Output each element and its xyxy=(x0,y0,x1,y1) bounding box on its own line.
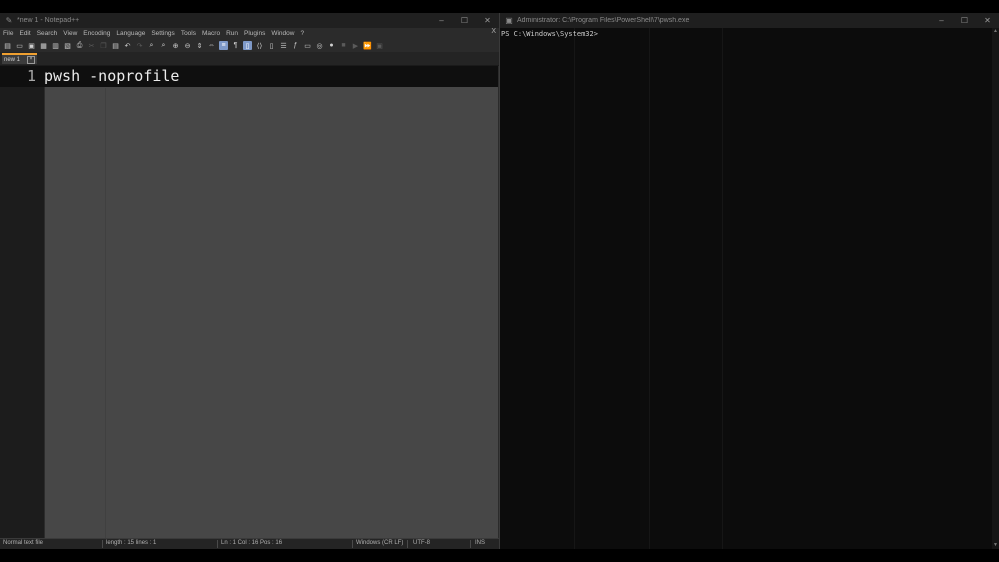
menu-settings[interactable]: Settings xyxy=(148,30,178,37)
redo-icon[interactable]: ↷ xyxy=(135,41,144,50)
code-line[interactable]: pwsh -noprofile xyxy=(44,66,179,87)
console-prompt: PS C:\Windows\System32> xyxy=(501,30,598,38)
save-macro-icon[interactable]: ▣ xyxy=(375,41,384,50)
tab-close-icon[interactable]: × xyxy=(27,55,35,64)
find-icon[interactable]: ⌕ xyxy=(147,41,156,50)
zoom-in-icon[interactable]: ⊕ xyxy=(171,41,180,50)
current-line-highlight: 1 pwsh -noprofile xyxy=(0,66,498,87)
sync-vertical-icon[interactable]: ⇕ xyxy=(195,41,204,50)
replace-icon[interactable]: ⌕ xyxy=(159,41,168,50)
status-position: Ln : 1 Col : 16 Pos : 16 xyxy=(221,540,283,546)
terminal-titlebar[interactable]: ▣ Administrator: C:\Program Files\PowerS… xyxy=(500,13,999,28)
indent-guide xyxy=(105,88,106,539)
scroll-up-icon[interactable]: ▲ xyxy=(992,28,999,35)
console-column-shade xyxy=(722,28,723,549)
status-insert-mode: INS xyxy=(475,540,486,546)
tab-bar: new 1 × xyxy=(0,52,499,66)
print-icon[interactable]: ⎙ xyxy=(75,41,84,50)
close-file-icon[interactable]: ▥ xyxy=(51,41,60,50)
terminal-scrollbar[interactable]: ▲ ▼ xyxy=(992,28,999,549)
status-separator xyxy=(352,540,353,548)
console-column-shade xyxy=(649,28,650,549)
tab-label: new 1 xyxy=(4,56,21,63)
menu-tools[interactable]: Tools xyxy=(178,30,199,37)
menu-encoding[interactable]: Encoding xyxy=(80,30,113,37)
terminal-window: ▣ Administrator: C:\Program Files\PowerS… xyxy=(500,13,999,549)
status-eol: Windows (CR LF) xyxy=(356,540,404,546)
menu-run[interactable]: Run xyxy=(223,30,241,37)
menu-file[interactable]: File xyxy=(0,30,16,37)
menu-help[interactable]: ? xyxy=(297,30,307,37)
copy-icon[interactable]: ❐ xyxy=(99,41,108,50)
status-length-lines: length : 15 lines : 1 xyxy=(106,540,157,546)
menu-window[interactable]: Window xyxy=(268,30,297,37)
folder-as-workspace-icon[interactable]: ▭ xyxy=(303,41,312,50)
undo-icon[interactable]: ↶ xyxy=(123,41,132,50)
menu-language[interactable]: Language xyxy=(113,30,148,37)
language-icon[interactable]: ⟨⟩ xyxy=(255,41,264,50)
new-file-icon[interactable]: ▤ xyxy=(3,41,12,50)
zoom-out-icon[interactable]: ⊖ xyxy=(183,41,192,50)
line-number: 1 xyxy=(26,67,36,85)
status-separator xyxy=(217,540,218,548)
menu-edit[interactable]: Edit xyxy=(16,30,33,37)
run-macro-multiple-icon[interactable]: ⏩ xyxy=(363,41,372,50)
close-all-icon[interactable]: ▧ xyxy=(63,41,72,50)
line-number-gutter xyxy=(0,66,44,539)
tab-new-1[interactable]: new 1 × xyxy=(2,53,37,64)
open-file-icon[interactable]: ▭ xyxy=(15,41,24,50)
minimize-button[interactable]: – xyxy=(430,16,453,25)
record-macro-icon[interactable]: ● xyxy=(327,41,336,50)
maximize-button[interactable]: ☐ xyxy=(953,16,976,25)
terminal-title: Administrator: C:\Program Files\PowerShe… xyxy=(517,17,690,24)
sync-horizontal-icon[interactable]: ⇔ xyxy=(207,41,216,50)
menu-view[interactable]: View xyxy=(60,30,80,37)
maximize-button[interactable]: ☐ xyxy=(453,16,476,25)
notepad-title: *new 1 - Notepad++ xyxy=(17,17,80,24)
function-list-icon[interactable]: ƒ xyxy=(291,41,300,50)
menu-bar: File Edit Search View Encoding Language … xyxy=(0,28,499,39)
menu-plugins[interactable]: Plugins xyxy=(241,30,268,37)
show-all-characters-icon[interactable]: ¶ xyxy=(231,41,240,50)
word-wrap-icon[interactable]: ≡ xyxy=(219,41,228,50)
status-bar: Normal text file length : 15 lines : 1 L… xyxy=(0,538,499,549)
minimize-button[interactable]: – xyxy=(930,16,953,25)
notepad-window: ✎ *new 1 - Notepad++ – ☐ ✕ File Edit Sea… xyxy=(0,13,500,549)
menu-search[interactable]: Search xyxy=(34,30,61,37)
document-map-icon[interactable]: ▯ xyxy=(267,41,276,50)
status-separator xyxy=(102,540,103,548)
monitoring-icon[interactable]: ◎ xyxy=(315,41,324,50)
status-file-type: Normal text file xyxy=(3,540,44,546)
scroll-down-icon[interactable]: ▼ xyxy=(992,542,999,549)
status-encoding: UTF-8 xyxy=(413,540,430,546)
toolbar: ▤ ▭ ▣ ▦ ▥ ▧ ⎙ ✂ ❐ ▤ ↶ ↷ ⌕ ⌕ ⊕ ⊖ ⇕ ⇔ ≡ ¶ … xyxy=(0,39,499,52)
notepad-plus-plus-icon: ✎ xyxy=(5,16,13,25)
editor[interactable]: 1 pwsh -noprofile xyxy=(0,66,498,539)
terminal-console[interactable]: PS C:\Windows\System32> xyxy=(500,28,992,549)
status-separator xyxy=(407,540,408,548)
close-button[interactable]: ✕ xyxy=(976,16,999,25)
menu-macro[interactable]: Macro xyxy=(199,30,223,37)
paste-icon[interactable]: ▤ xyxy=(111,41,120,50)
console-column-shade xyxy=(574,28,575,549)
terminal-icon: ▣ xyxy=(505,16,513,25)
notepad-titlebar[interactable]: ✎ *new 1 - Notepad++ – ☐ ✕ xyxy=(0,13,499,28)
document-list-icon[interactable]: ☰ xyxy=(279,41,288,50)
status-separator xyxy=(470,540,471,548)
play-macro-icon[interactable]: ▶ xyxy=(351,41,360,50)
save-all-icon[interactable]: ▦ xyxy=(39,41,48,50)
close-button[interactable]: ✕ xyxy=(476,16,499,25)
save-icon[interactable]: ▣ xyxy=(27,41,36,50)
cut-icon[interactable]: ✂ xyxy=(87,41,96,50)
close-document-button[interactable]: X xyxy=(491,28,496,35)
fold-margin xyxy=(44,66,45,539)
indent-guide-icon[interactable]: ▯ xyxy=(243,41,252,50)
stop-macro-icon[interactable]: ■ xyxy=(339,41,348,50)
